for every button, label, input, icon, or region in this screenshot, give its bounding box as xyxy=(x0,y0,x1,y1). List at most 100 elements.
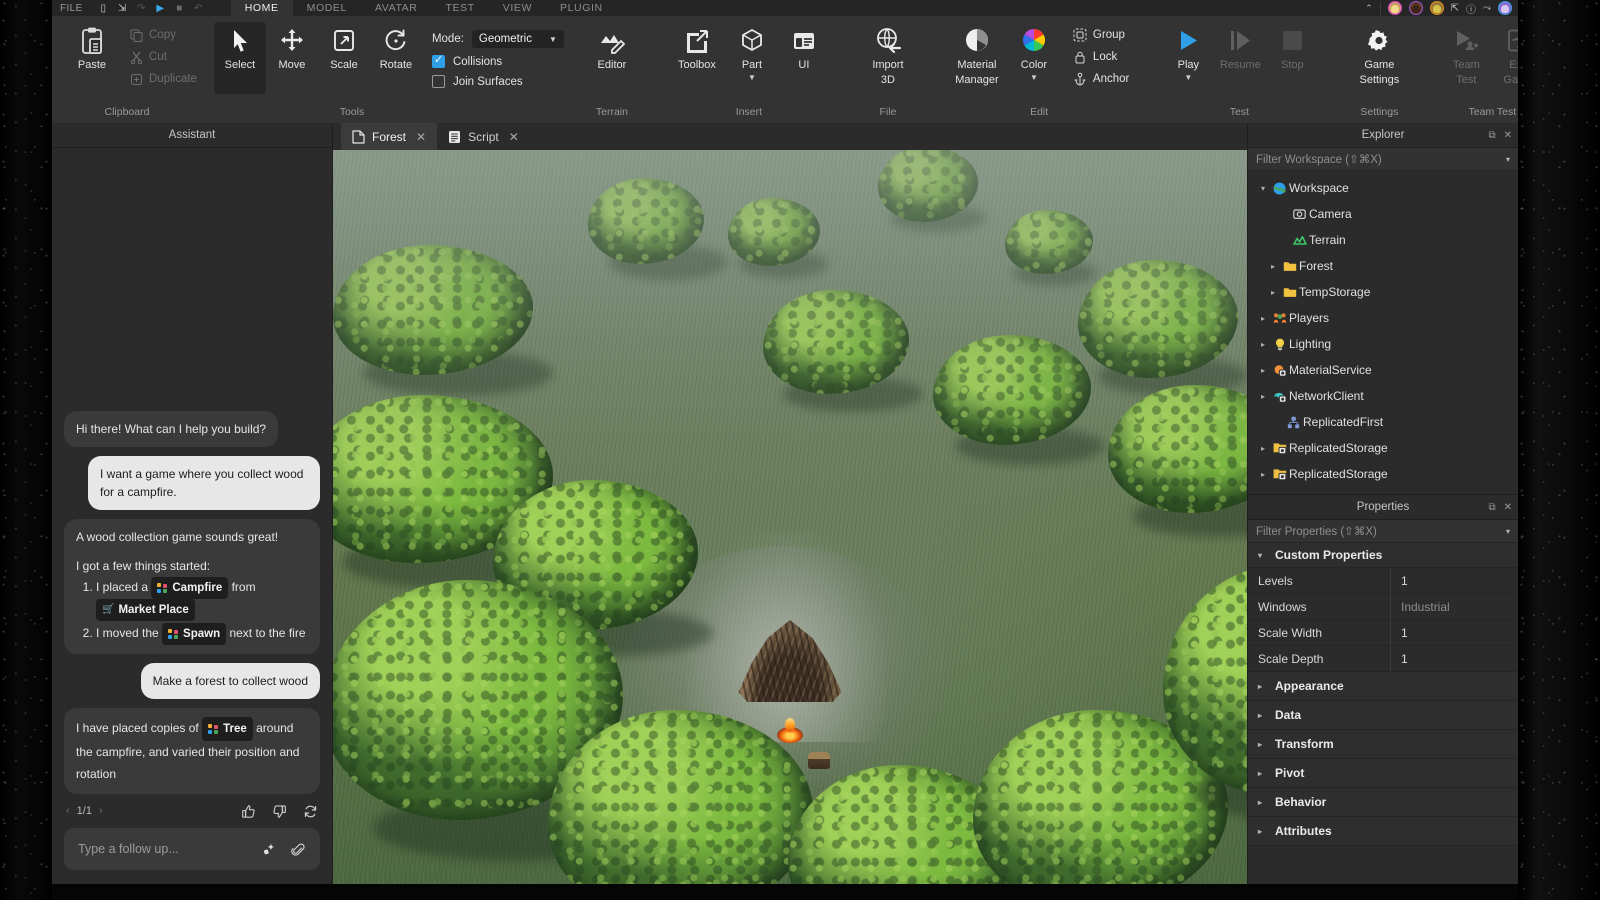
terrain-editor-button[interactable]: Editor xyxy=(586,22,638,71)
add-collaborator-icon[interactable]: ⇱ xyxy=(1451,3,1459,14)
play-button[interactable]: Play ▼ xyxy=(1162,22,1214,82)
collisions-checkbox-row[interactable]: Collisions xyxy=(431,53,564,68)
twisty-icon[interactable]: ▸ xyxy=(1256,340,1270,349)
lock-button[interactable]: Lock xyxy=(1068,48,1134,66)
property-value[interactable]: 1 xyxy=(1390,568,1518,593)
twisty-icon[interactable]: ▸ xyxy=(1266,262,1280,271)
redo-icon[interactable]: ↷ xyxy=(133,1,150,15)
thumbs-up-icon[interactable] xyxy=(241,804,256,819)
close-tab-icon[interactable]: ✕ xyxy=(416,130,426,144)
mode-dropdown[interactable]: Geometric ▼ xyxy=(471,30,564,48)
twisty-icon[interactable]: ▸ xyxy=(1256,314,1270,323)
property-row-windows[interactable]: Windows Industrial xyxy=(1248,594,1518,620)
close-icon[interactable]: ✕ xyxy=(1504,502,1512,513)
explorer-item-terrain[interactable]: Terrain xyxy=(1248,227,1518,253)
move-tool-button[interactable]: Move xyxy=(266,22,318,71)
chevron-down-icon[interactable]: ▾ xyxy=(1506,527,1510,536)
color-button[interactable]: Color ▼ xyxy=(1008,22,1060,82)
property-row-levels[interactable]: Levels 1 xyxy=(1248,568,1518,594)
info-icon[interactable]: ⓘ xyxy=(1466,1,1476,16)
join-surfaces-checkbox-row[interactable]: Join Surfaces xyxy=(431,75,564,88)
explorer-item-players[interactable]: ▸ Players xyxy=(1248,305,1518,331)
twisty-icon[interactable]: ▸ xyxy=(1266,288,1280,297)
tab-test[interactable]: TEST xyxy=(431,0,488,16)
collaborator-1-avatar[interactable] xyxy=(1387,1,1402,15)
assistant-composer[interactable]: Type a follow up... xyxy=(64,828,320,870)
prev-message-button[interactable]: ‹ xyxy=(66,805,70,817)
toolbox-button[interactable]: Toolbox xyxy=(668,22,726,71)
select-tool-button[interactable]: Select xyxy=(213,22,266,94)
tab-plugin[interactable]: PLUGIN xyxy=(546,0,617,16)
collisions-checkbox[interactable] xyxy=(431,53,445,68)
tab-model[interactable]: MODEL xyxy=(293,0,361,16)
twisty-icon[interactable]: ▸ xyxy=(1256,366,1270,375)
copy-button[interactable]: Copy xyxy=(124,26,202,44)
material-manager-button[interactable]: Material Manager xyxy=(946,22,1008,86)
stop-button[interactable]: Stop xyxy=(1266,22,1318,71)
attachment-icon[interactable] xyxy=(291,842,306,857)
collaborator-3-avatar[interactable] xyxy=(1429,1,1444,15)
market-place-chip[interactable]: 🛒 Market Place xyxy=(96,599,195,621)
group-button[interactable]: Group xyxy=(1068,26,1134,44)
close-tab-icon[interactable]: ✕ xyxy=(509,130,519,144)
new-file-icon[interactable]: ▯ xyxy=(95,1,112,15)
close-icon[interactable]: ✕ xyxy=(1504,130,1512,141)
rotate-tool-button[interactable]: Rotate xyxy=(370,22,422,71)
collapse-ribbon-icon[interactable]: ⌃ xyxy=(1365,3,1373,14)
3d-viewport[interactable] xyxy=(333,150,1247,884)
properties-section-behavior[interactable]: ▸ Behavior xyxy=(1248,788,1518,817)
twisty-icon[interactable]: ▾ xyxy=(1258,551,1268,560)
twisty-icon[interactable]: ▸ xyxy=(1256,444,1270,453)
next-message-button[interactable]: › xyxy=(99,805,103,817)
stop-quick-icon[interactable]: ■ xyxy=(171,1,188,15)
sparkle-icon[interactable] xyxy=(262,842,277,857)
share-icon[interactable]: ⤳ xyxy=(1483,3,1491,14)
paste-button[interactable]: Paste xyxy=(66,22,118,71)
part-button[interactable]: Part ▼ xyxy=(726,22,778,82)
campfire-chip[interactable]: Campfire xyxy=(151,577,229,599)
explorer-item-replicatedstorage-2[interactable]: ▸ ReplicatedStorage xyxy=(1248,461,1518,487)
tab-avatar[interactable]: AVATAR xyxy=(361,0,432,16)
explorer-item-lighting[interactable]: ▸ Lighting xyxy=(1248,331,1518,357)
twisty-icon[interactable]: ▸ xyxy=(1258,682,1268,691)
tab-view[interactable]: VIEW xyxy=(489,0,546,16)
thumbs-down-icon[interactable] xyxy=(272,804,287,819)
popout-icon[interactable]: ⧉ xyxy=(1488,502,1495,513)
explorer-filter-input[interactable]: Filter Workspace (⇧⌘X) ▾ xyxy=(1248,148,1518,171)
explorer-item-replicatedstorage-1[interactable]: ▸ ReplicatedStorage xyxy=(1248,435,1518,461)
chevron-down-icon[interactable]: ▾ xyxy=(1506,155,1510,164)
explorer-item-forest[interactable]: ▸ Forest xyxy=(1248,253,1518,279)
explorer-item-workspace[interactable]: ▾ Workspace xyxy=(1248,175,1518,201)
game-settings-button[interactable]: Game Settings xyxy=(1348,22,1410,86)
twisty-icon[interactable]: ▸ xyxy=(1256,392,1270,401)
twisty-icon[interactable]: ▸ xyxy=(1258,769,1268,778)
explorer-item-networkclient[interactable]: ▸ NetworkClient xyxy=(1248,383,1518,409)
scale-tool-button[interactable]: Scale xyxy=(318,22,370,71)
chevron-down-icon[interactable]: ▼ xyxy=(1184,74,1192,82)
anchor-button[interactable]: Anchor xyxy=(1068,70,1134,88)
properties-section-pivot[interactable]: ▸ Pivot xyxy=(1248,759,1518,788)
tree-chip[interactable]: Tree xyxy=(202,717,253,741)
document-tab-forest[interactable]: Forest ✕ xyxy=(341,123,438,150)
undo-icon[interactable]: ↶ xyxy=(190,1,207,15)
explorer-item-materialservice[interactable]: ▸ MaterialService xyxy=(1248,357,1518,383)
import-3d-button[interactable]: Import 3D xyxy=(860,22,916,86)
properties-section-transform[interactable]: ▸ Transform xyxy=(1248,730,1518,759)
popout-icon[interactable]: ⧉ xyxy=(1488,130,1495,141)
spawn-chip[interactable]: Spawn xyxy=(162,623,227,645)
play-quick-icon[interactable]: ▶ xyxy=(152,1,169,15)
follow-up-input[interactable]: Type a follow up... xyxy=(78,842,179,856)
properties-section-attributes[interactable]: ▸ Attributes xyxy=(1248,817,1518,846)
document-tab-script[interactable]: Script ✕ xyxy=(437,123,530,150)
open-file-icon[interactable]: ⇲ xyxy=(114,1,131,15)
join-surfaces-checkbox[interactable] xyxy=(431,75,445,88)
twisty-icon[interactable]: ▸ xyxy=(1258,798,1268,807)
properties-section-appearance[interactable]: ▸ Appearance xyxy=(1248,672,1518,701)
regenerate-icon[interactable] xyxy=(303,804,318,819)
twisty-icon[interactable]: ▸ xyxy=(1258,740,1268,749)
explorer-item-tempstorage[interactable]: ▸ TempStorage xyxy=(1248,279,1518,305)
team-test-button[interactable]: Team Test xyxy=(1440,22,1492,86)
twisty-icon[interactable]: ▸ xyxy=(1258,711,1268,720)
property-value[interactable]: Industrial xyxy=(1390,594,1518,619)
properties-section-custom[interactable]: ▾ Custom Properties xyxy=(1248,543,1518,568)
